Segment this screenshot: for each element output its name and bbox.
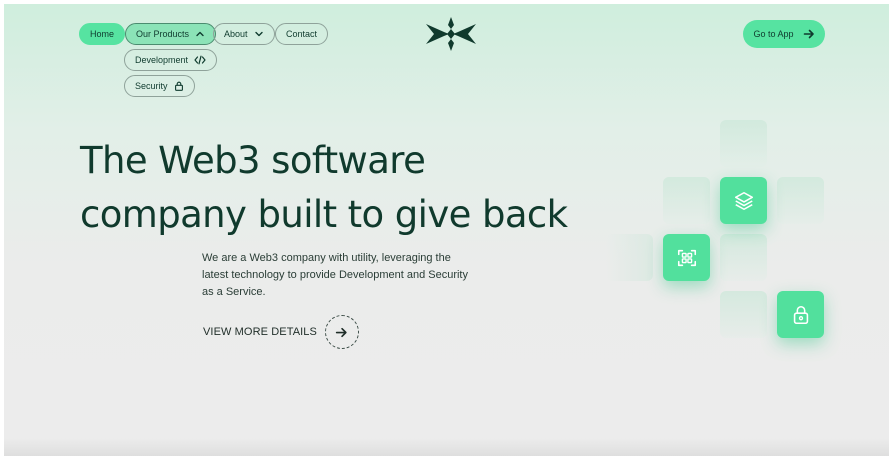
lock-icon [174, 81, 183, 91]
dropdown-item-development[interactable]: Development [124, 49, 218, 71]
dropdown-development-label: Development [135, 55, 189, 65]
go-to-app-button[interactable]: Go to App [743, 20, 825, 48]
decorative-tile [663, 177, 710, 224]
dropdown-item-security[interactable]: Security [124, 75, 195, 97]
dropdown-security-label: Security [135, 81, 168, 91]
nav-contact-button[interactable]: Contact [275, 23, 329, 45]
arrow-right-icon [803, 29, 814, 39]
scan-icon [677, 249, 696, 266]
nav-about-button[interactable]: About [213, 23, 275, 45]
arrow-right-icon [336, 327, 348, 337]
code-icon [194, 55, 206, 65]
decorative-tile [720, 120, 767, 167]
view-more-details-link[interactable]: VIEW MORE DETAILS [203, 314, 359, 350]
nav-contact-label: Contact [286, 29, 318, 39]
hero-description: We are a Web3 company with utility, leve… [202, 252, 468, 298]
view-more-details-circle[interactable] [324, 315, 359, 349]
chevron-up-icon [196, 31, 204, 37]
layers-tile[interactable] [720, 177, 767, 224]
nav-products-label: Our Products [136, 29, 190, 39]
lock-tile[interactable] [777, 291, 824, 338]
decorative-tile [606, 234, 653, 281]
layers-icon [734, 191, 753, 210]
view-more-details-label: VIEW MORE DETAILS [203, 326, 317, 338]
chevron-down-icon [254, 31, 263, 37]
decorative-tile [720, 291, 767, 338]
page: Home Our Products About Contact Developm… [4, 4, 889, 456]
page-bottom-shadow [4, 438, 889, 456]
nav-products-button[interactable]: Our Products [125, 23, 217, 45]
hero-headline: The Web3 software company built to give … [80, 134, 640, 242]
decorative-tile [777, 177, 824, 224]
scan-tile[interactable] [663, 234, 710, 281]
hero-headline-line-2: company built to give back [80, 193, 568, 236]
nav-home-button[interactable]: Home [79, 23, 126, 45]
brand-logo[interactable] [424, 15, 478, 53]
nav-home-label: Home [90, 29, 115, 39]
hero-headline-line-1: The Web3 software [80, 139, 426, 182]
nav-about-label: About [224, 29, 248, 39]
go-to-app-label: Go to App [753, 29, 794, 39]
lock-icon [793, 305, 808, 324]
decorative-tile [720, 234, 767, 281]
